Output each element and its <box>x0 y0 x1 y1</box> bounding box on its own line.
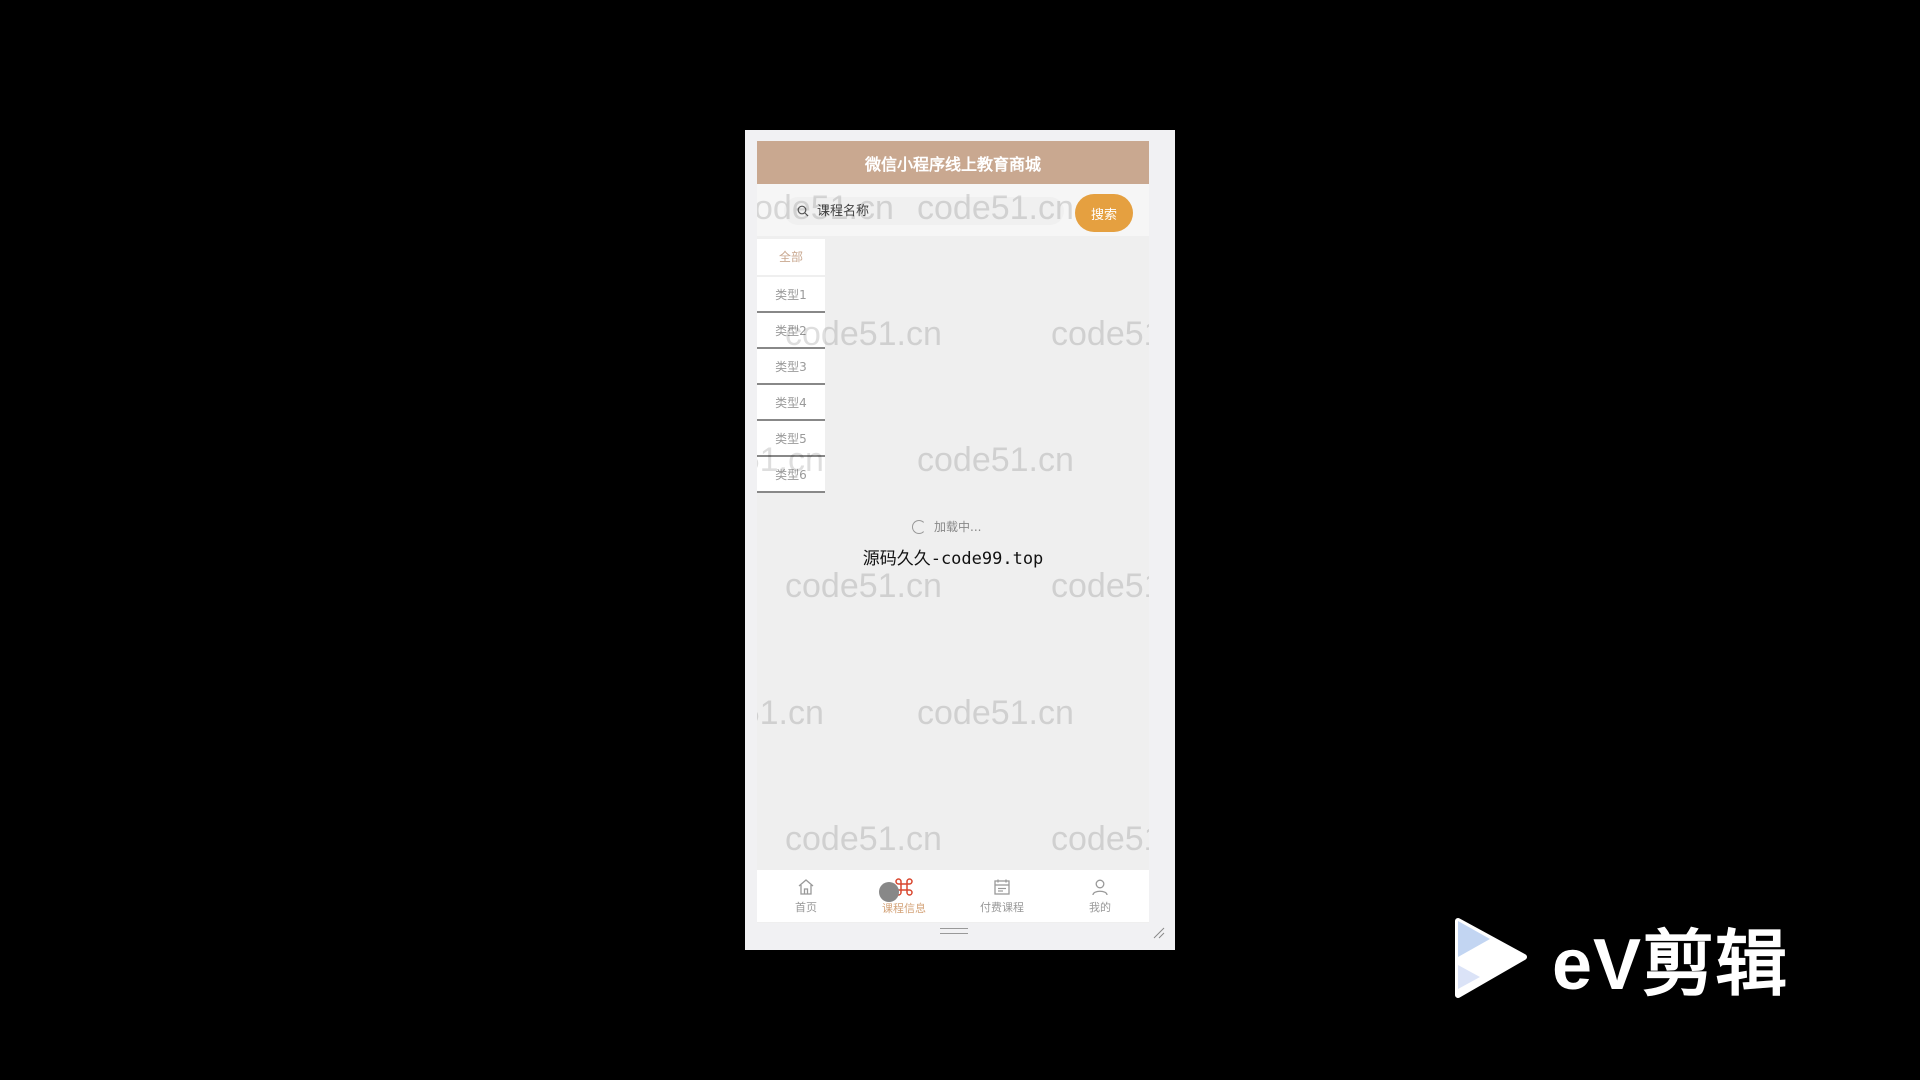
tab-course-info[interactable]: 课程信息 <box>855 870 953 922</box>
calendar-icon <box>994 879 1010 895</box>
play-logo-icon <box>1455 918 1527 998</box>
category-item-type6[interactable]: 类型6 <box>757 457 825 493</box>
category-item-type1[interactable]: 类型1 <box>757 277 825 313</box>
watermark: code51.cn <box>917 694 1074 732</box>
app-title: 微信小程序线上教育商城 <box>864 154 1041 174</box>
category-item-type3[interactable]: 类型3 <box>757 349 825 385</box>
loading-indicator: 加载中... <box>912 518 981 535</box>
category-item-all[interactable]: 全部 <box>757 239 825 275</box>
search-button[interactable]: 搜索 <box>1075 194 1133 232</box>
tab-mine[interactable]: 我的 <box>1051 870 1149 922</box>
user-icon <box>1092 879 1108 895</box>
watermark: code51.cn <box>917 441 1074 479</box>
loading-text: 加载中... <box>934 520 982 534</box>
search-field[interactable] <box>784 197 1064 225</box>
tab-home-label: 首页 <box>795 900 817 914</box>
watermark: code51.cn <box>757 694 824 732</box>
source-overlay-text: 源码久久-code99.top <box>862 549 1044 569</box>
watermark: code51.cn <box>785 567 942 605</box>
search-input[interactable] <box>815 202 1039 220</box>
touch-indicator <box>879 882 899 902</box>
tab-paid-courses-label: 付费课程 <box>980 900 1024 914</box>
watermark: code51.cn <box>1051 820 1149 858</box>
app-screen: 微信小程序线上教育商城 搜索 全部 类型1 类型2 类型3 类型4 类型5 类型… <box>757 141 1149 923</box>
category-item-type2[interactable]: 类型2 <box>757 313 825 349</box>
ev-editor-logo: eV剪辑 <box>1450 905 1788 1010</box>
resize-handle-icon[interactable] <box>1153 927 1165 939</box>
bottom-tab-bar: 首页 课程信息 付费课程 我的 <box>757 870 1149 922</box>
tab-home[interactable]: 首页 <box>757 870 855 922</box>
search-icon <box>797 205 809 217</box>
category-sidebar: 全部 类型1 类型2 类型3 类型4 类型5 类型6 <box>757 239 825 493</box>
ev-brand-text: eV剪辑 <box>1552 925 1789 1005</box>
phone-frame: 微信小程序线上教育商城 搜索 全部 类型1 类型2 类型3 类型4 类型5 类型… <box>745 130 1175 950</box>
search-bar: 搜索 <box>757 184 1149 236</box>
home-icon <box>798 878 814 895</box>
watermark: code51.cn <box>1051 315 1149 353</box>
tab-paid-courses[interactable]: 付费课程 <box>953 870 1051 922</box>
tab-mine-label: 我的 <box>1089 900 1111 914</box>
watermark: code51.cn <box>1051 567 1149 605</box>
spinner-icon <box>912 519 926 534</box>
app-title-bar: 微信小程序线上教育商城 <box>757 141 1149 184</box>
watermark: code51.cn <box>785 820 942 858</box>
category-item-type5[interactable]: 类型5 <box>757 421 825 457</box>
category-item-type4[interactable]: 类型4 <box>757 385 825 421</box>
home-handle[interactable] <box>940 928 968 934</box>
